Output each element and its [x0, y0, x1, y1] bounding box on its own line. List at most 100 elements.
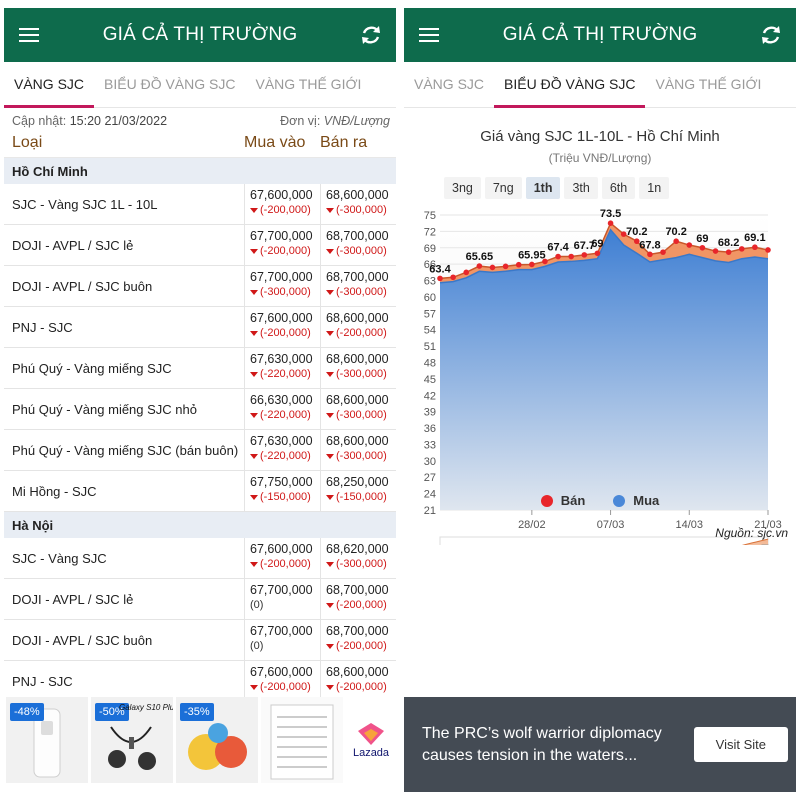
data-label: 65.95 [518, 249, 546, 261]
range-button-3th[interactable]: 3th [564, 177, 598, 199]
buy-price-cell: 67,630,000 (-220,000) [244, 348, 320, 388]
sell-change-value: (-300,000) [336, 204, 387, 216]
table-row[interactable]: DOJI - AVPL / SJC buôn 67,700,000 (-300,00… [4, 266, 396, 307]
table-header: Loại Mua vào Bán ra [4, 128, 396, 158]
sell-change: (-200,000) [326, 598, 396, 613]
buy-change: (-200,000) [250, 557, 320, 572]
down-arrow-icon [326, 208, 334, 213]
range-selector: 3ng 7ng 1th 3th 6th 1n [444, 177, 796, 199]
chart-subtitle: (Triệu VNĐ/Lượng) [548, 151, 652, 165]
data-label: 70.2 [665, 226, 686, 238]
updated-value: 15:20 21/03/2022 [69, 114, 168, 128]
legend-mua[interactable]: Mua [613, 493, 659, 508]
sell-change-value: (-200,000) [336, 640, 387, 652]
lazada-logo[interactable]: Lazada [346, 697, 396, 783]
table-row[interactable]: SJC - Vàng SJC 1L - 10L 67,600,000 (-200,0… [4, 184, 396, 225]
sell-change: (-300,000) [326, 449, 396, 464]
sell-point [738, 246, 745, 252]
down-arrow-icon [250, 249, 258, 254]
tab-vang-sjc[interactable]: VÀNG SJC [4, 61, 95, 108]
y-tick-label: 54 [424, 325, 436, 337]
table-row[interactable]: PNJ - SJC 67,600,000 (-200,000) 68,600,000 (… [4, 661, 396, 702]
down-arrow-icon [326, 454, 334, 459]
updated-label: Cập nhật: [12, 114, 67, 128]
refresh-icon[interactable] [358, 22, 384, 48]
table-row[interactable]: Mi Hồng - SJC 67,750,000 (-150,000) 68,250,… [4, 471, 396, 512]
down-arrow-icon [250, 290, 258, 295]
buy-price-cell: 67,630,000 (-220,000) [244, 430, 320, 470]
tab-vang-sjc[interactable]: VÀNG SJC [404, 61, 494, 107]
range-button-6th[interactable]: 6th [601, 177, 636, 199]
data-label: 67.8 [639, 239, 660, 251]
down-arrow-icon [326, 331, 334, 336]
y-tick-label: 30 [424, 456, 436, 468]
app-title: GIÁ CẢ THỊ TRƯỜNG [102, 24, 298, 45]
sell-point [450, 274, 456, 281]
gold-type: DOJI - AVPL / SJC lẻ [12, 237, 134, 253]
sell-change-value: (-300,000) [336, 450, 387, 462]
sell-point [476, 263, 483, 269]
table-row[interactable]: DOJI - AVPL / SJC buôn 67,700,000 (0) 68,70… [4, 620, 396, 661]
sell-change-value: (-200,000) [336, 599, 387, 611]
ad-product-4[interactable] [261, 697, 343, 783]
table-row[interactable]: PNJ - SJC 67,600,000 (-200,000) 68,600,000 (… [4, 307, 396, 348]
buy-price: 67,750,000 [250, 475, 313, 489]
sell-change-value: (-200,000) [336, 327, 387, 339]
tab-bieu-do[interactable]: BIỂU ĐỒ VÀNG SJC [494, 61, 646, 108]
ad-product-3[interactable]: -35% [176, 697, 258, 783]
down-arrow-icon [326, 249, 334, 254]
product-ad-banner[interactable]: -48% -50% Galaxy S10 Plus -35% Lazada [4, 697, 396, 792]
update-info: Cập nhật: 15:20 21/03/2022 Đơn vị: VNĐ/L… [4, 108, 396, 128]
gold-type: DOJI - AVPL / SJC lẻ [12, 591, 134, 607]
buy-change: (0) [250, 598, 320, 613]
chart-screen: GIÁ CẢ THỊ TRƯỜNG VÀNG SJC BIỂU ĐỒ VÀNG … [404, 8, 796, 792]
table-row[interactable]: Phú Quý - Vàng miếng SJC nhỏ 66,630,000 (-… [4, 389, 396, 430]
ad-product-2[interactable]: -50% Galaxy S10 Plus [91, 697, 173, 783]
buy-change: (0) [250, 639, 320, 654]
ad-product-1[interactable]: -48% [6, 697, 88, 783]
unit-line: Đơn vị: VNĐ/Lượng [280, 114, 390, 128]
buy-change-value: (-300,000) [260, 286, 311, 298]
range-button-1n[interactable]: 1n [639, 177, 670, 199]
down-arrow-icon [250, 208, 258, 213]
range-button-3ng[interactable]: 3ng [444, 177, 481, 199]
refresh-icon[interactable] [758, 22, 784, 48]
y-tick-label: 33 [424, 439, 436, 451]
sell-price: 68,600,000 [326, 311, 389, 325]
table-row[interactable]: DOJI - AVPL / SJC lẻ 67,700,000 (-200,000)… [4, 225, 396, 266]
tab-bieu-do[interactable]: BIỂU ĐỒ VÀNG SJC [94, 61, 245, 107]
buy-change-value: (0) [250, 640, 264, 652]
legend-ban[interactable]: Bán [540, 493, 585, 508]
sell-point [686, 242, 693, 248]
buy-change-value: (-200,000) [260, 681, 311, 693]
data-label: 68.2 [718, 237, 739, 249]
menu-icon[interactable] [416, 22, 442, 48]
header-type: Loại [12, 133, 43, 151]
sell-point [437, 275, 443, 282]
buy-change: (-200,000) [250, 203, 320, 218]
table-row[interactable]: Phú Quý - Vàng miếng SJC (bán buôn) 67,63… [4, 430, 396, 471]
tab-vang-the-gioi[interactable]: VÀNG THẾ GIỚI [645, 61, 771, 107]
gold-type: Phú Quý - Vàng miếng SJC nhỏ [12, 401, 197, 417]
sell-price: 68,600,000 [326, 665, 389, 679]
sell-price-cell: 68,600,000 (-300,000) [320, 348, 396, 388]
sponsored-ad[interactable]: The PRC’s wolf warrior diplomacy causes … [404, 697, 796, 792]
down-arrow-icon [326, 495, 334, 500]
table-row[interactable]: DOJI - AVPL / SJC lẻ 67,700,000 (0) 68,700,… [4, 579, 396, 620]
sell-point [725, 249, 732, 255]
sell-change: (-300,000) [326, 203, 396, 218]
table-row[interactable]: SJC - Vàng SJC 67,600,000 (-200,000) 68,620… [4, 538, 396, 579]
visit-site-button[interactable]: Visit Site [693, 727, 788, 762]
buy-price: 67,630,000 [250, 352, 313, 366]
buy-change: (-220,000) [250, 408, 320, 423]
sell-change-value: (-300,000) [336, 558, 387, 570]
sell-change-value: (-300,000) [336, 409, 387, 421]
sell-point [568, 253, 574, 260]
range-button-7ng[interactable]: 7ng [484, 177, 522, 199]
tab-bar: VÀNG SJC BIỂU ĐỒ VÀNG SJC VÀNG THẾ GIỚI [4, 62, 396, 108]
y-tick-label: 57 [424, 308, 436, 320]
range-button-1th[interactable]: 1th [525, 177, 561, 199]
table-row[interactable]: Phú Quý - Vàng miếng SJC 67,630,000 (-220,… [4, 348, 396, 389]
tab-vang-the-gioi[interactable]: VÀNG THẾ GIỚI [245, 61, 371, 107]
menu-icon[interactable] [16, 22, 42, 48]
